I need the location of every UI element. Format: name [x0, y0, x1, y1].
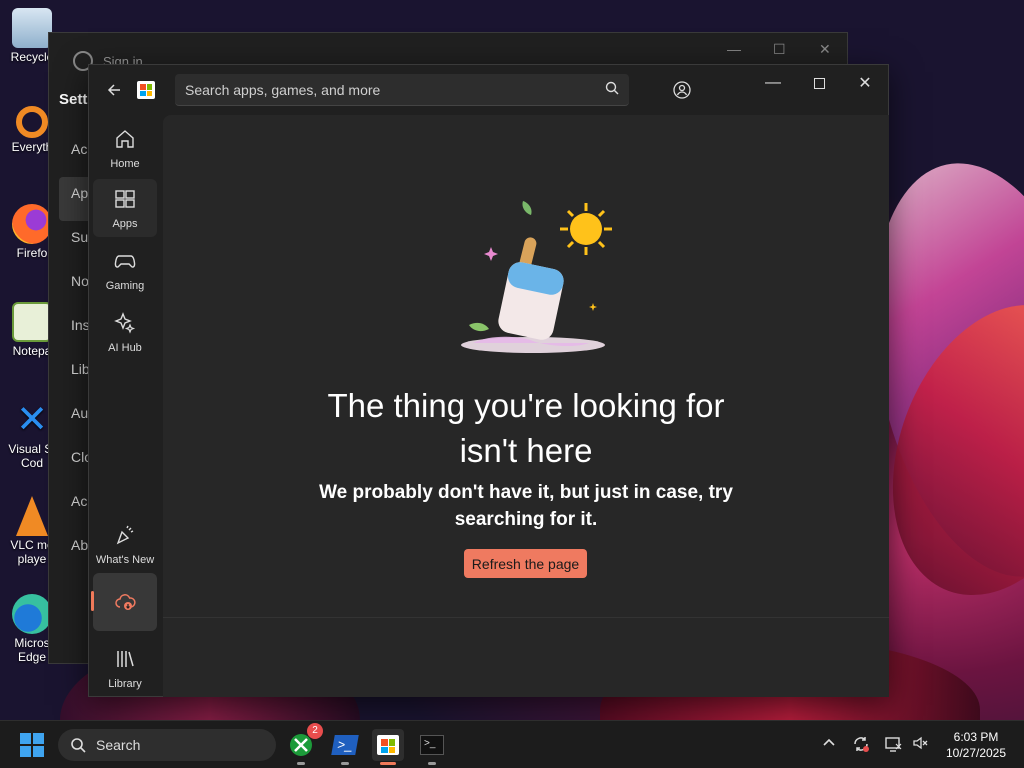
error-subtext: We probably don't have it, but just in c… — [319, 482, 733, 530]
close-button[interactable]: ✕ — [845, 71, 885, 95]
search-icon — [71, 738, 86, 753]
store-icon — [377, 735, 399, 755]
vlc-icon — [16, 496, 48, 536]
running-indicator — [428, 762, 436, 765]
nav-library[interactable]: Library — [93, 639, 157, 697]
network-icon[interactable] — [884, 735, 902, 756]
settings-minimize-icon[interactable]: — — [727, 41, 741, 57]
store-content: The thing you're looking for isn't here … — [163, 115, 889, 697]
nav-gaming[interactable]: Gaming — [93, 241, 157, 299]
system-clock[interactable]: 6:03 PM 10/27/2025 — [936, 729, 1016, 761]
store-titlebar: — ✕ — [89, 65, 888, 115]
running-indicator — [341, 762, 349, 765]
taskbar-powershell[interactable]: >_ — [329, 729, 361, 765]
maximize-button[interactable] — [799, 71, 839, 95]
taskbar-search[interactable]: Search — [58, 729, 276, 761]
minimize-icon: — — [765, 74, 781, 91]
recycle-bin-icon — [12, 8, 52, 48]
volume-muted-icon[interactable] — [912, 735, 928, 754]
sync-icon[interactable] — [852, 735, 870, 756]
nav-downloads[interactable] — [91, 573, 157, 631]
party-icon — [116, 525, 134, 545]
cloud-download-icon — [115, 594, 136, 610]
nav-ai-hub[interactable]: AI Hub — [93, 303, 157, 361]
nav-home[interactable]: Home — [93, 119, 157, 177]
close-icon: ✕ — [858, 75, 872, 92]
settings-title: Sett — [59, 91, 88, 108]
nav-whats-new[interactable]: What's New — [93, 515, 157, 573]
search-icon[interactable] — [605, 81, 619, 98]
apps-icon — [115, 190, 135, 208]
taskbar-xbox[interactable]: 2 — [285, 723, 323, 765]
terminal-icon: >_ — [420, 735, 444, 755]
refresh-page-button[interactable]: Refresh the page — [464, 549, 587, 578]
gamepad-icon — [114, 255, 136, 268]
active-indicator — [380, 762, 396, 765]
notification-badge: 2 — [307, 723, 323, 739]
account-icon — [673, 81, 691, 99]
search-app-icon — [16, 106, 48, 138]
library-icon — [117, 651, 134, 667]
notepad-icon — [12, 302, 52, 342]
windows-logo-icon — [20, 733, 31, 744]
selection-indicator — [91, 591, 94, 611]
nav-apps[interactable]: Apps — [93, 179, 157, 237]
settings-maximize-icon[interactable]: ☐ — [773, 41, 786, 58]
popsicle-illustration-icon — [461, 201, 612, 353]
firefox-icon — [12, 204, 52, 244]
back-button[interactable] — [103, 79, 125, 101]
store-sidebar: Home Apps Gaming AI Hub What's New Libra… — [89, 115, 161, 697]
running-indicator — [297, 762, 305, 765]
content-divider — [163, 617, 889, 618]
store-logo-icon — [137, 81, 155, 99]
taskbar: Search 2 >_ >_ 6:03 PM 10/27/2025 — [0, 720, 1024, 768]
maximize-icon — [813, 77, 825, 89]
show-hidden-icons-chevron-up-icon[interactable] — [822, 735, 836, 752]
back-arrow-icon — [107, 84, 120, 96]
home-icon — [116, 130, 134, 148]
powershell-icon: >_ — [331, 735, 359, 755]
error-heading: The thing you're looking for isn't here — [327, 387, 725, 469]
search-box[interactable] — [175, 74, 629, 106]
minimize-button[interactable]: — — [753, 71, 793, 95]
edge-icon — [12, 594, 52, 634]
taskbar-store[interactable] — [372, 729, 404, 765]
vscode-icon: ✕ — [16, 399, 48, 441]
settings-close-icon[interactable]: ✕ — [819, 41, 831, 58]
start-button[interactable] — [20, 733, 44, 757]
search-input[interactable] — [185, 81, 605, 98]
store-window[interactable]: — ✕ Home Apps Gaming AI Hub What's New — [88, 64, 889, 697]
taskbar-terminal[interactable]: >_ — [416, 729, 448, 765]
account-button[interactable] — [669, 77, 695, 103]
sparkle-icon — [114, 312, 136, 334]
